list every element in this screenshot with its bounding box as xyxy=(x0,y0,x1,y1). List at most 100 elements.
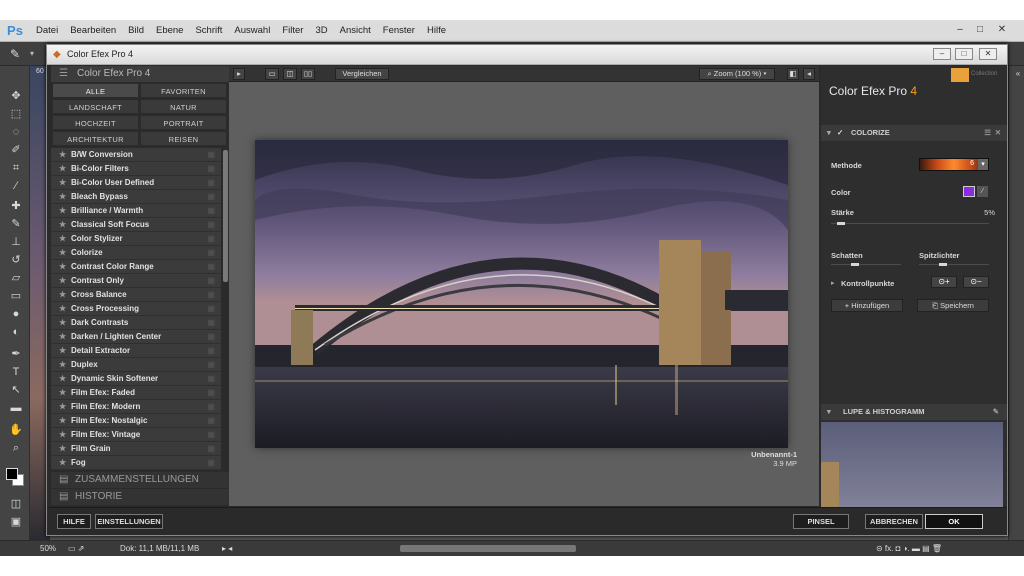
compare-button[interactable]: Vergleichen xyxy=(335,68,389,80)
favorite-star-icon[interactable]: ★ xyxy=(59,372,66,385)
add-negative-point-icon[interactable]: ⊙− xyxy=(963,276,989,288)
filter-item[interactable]: ★ B/W Conversion ▣ xyxy=(51,148,221,162)
category-landscape[interactable]: LANDSCHAFT xyxy=(52,99,139,114)
marquee-tool-icon[interactable]: ⬚ xyxy=(7,106,25,122)
blur-tool-icon[interactable]: ● xyxy=(7,306,25,322)
zoom-tool-icon[interactable]: ⌕ xyxy=(7,440,25,456)
filter-item[interactable]: ★ Bleach Bypass ▣ xyxy=(51,190,221,204)
lasso-tool-icon[interactable]: ◌ xyxy=(7,124,25,140)
filter-item[interactable]: ★ Film Efex: Nostalgic ▣ xyxy=(51,414,221,428)
filter-item[interactable]: ★ Dynamic Skin Softener ▣ xyxy=(51,372,221,386)
menu-fenster[interactable]: Fenster xyxy=(377,20,421,42)
favorite-star-icon[interactable]: ★ xyxy=(59,218,66,231)
recipe-icon[interactable]: ▣ xyxy=(207,204,215,217)
menu-bild[interactable]: Bild xyxy=(122,20,150,42)
recipe-icon[interactable]: ▣ xyxy=(207,372,215,385)
recipe-icon[interactable]: ▣ xyxy=(207,176,215,189)
menu-icon[interactable]: ☰ xyxy=(59,66,68,82)
favorite-star-icon[interactable]: ★ xyxy=(59,162,66,175)
recipe-icon[interactable]: ▣ xyxy=(207,358,215,371)
preview-image[interactable] xyxy=(255,140,788,448)
recipe-icon[interactable]: ▣ xyxy=(207,428,215,441)
menu-auswahl[interactable]: Auswahl xyxy=(228,20,276,42)
stamp-tool-icon[interactable]: ⊥ xyxy=(7,234,25,250)
shadows-slider[interactable] xyxy=(831,263,901,266)
horizontal-scrollbar[interactable] xyxy=(400,545,576,552)
add-positive-point-icon[interactable]: ⊙+ xyxy=(931,276,957,288)
filter-item[interactable]: ★ Colorize ▣ xyxy=(51,246,221,260)
recipe-icon[interactable]: ▣ xyxy=(207,400,215,413)
recipe-icon[interactable]: ▣ xyxy=(207,260,215,273)
side-by-side-icon[interactable]: ▯▯ xyxy=(301,68,315,80)
recipe-icon[interactable]: ▣ xyxy=(207,344,215,357)
eyedropper-icon[interactable]: ⁄ xyxy=(7,178,25,194)
filter-item[interactable]: ★ Duplex ▣ xyxy=(51,358,221,372)
quick-mask-icon[interactable]: ◫ xyxy=(7,496,25,512)
filter-item[interactable]: ★ Cross Processing ▣ xyxy=(51,302,221,316)
menu-ansicht[interactable]: Ansicht xyxy=(334,20,377,42)
close-icon[interactable]: ✕ xyxy=(994,22,1010,38)
recipe-icon[interactable]: ▣ xyxy=(207,288,215,301)
favorite-star-icon[interactable]: ★ xyxy=(59,442,66,455)
filter-item[interactable]: ★ Contrast Color Range ▣ xyxy=(51,260,221,274)
recipe-icon[interactable]: ▣ xyxy=(207,162,215,175)
colorize-section-header[interactable]: ▾ ✓ COLORIZE ☰ ✕ xyxy=(821,125,1007,141)
brush-button[interactable]: PINSEL xyxy=(793,514,849,529)
favorite-star-icon[interactable]: ★ xyxy=(59,204,66,217)
recipe-icon[interactable]: ▣ xyxy=(207,414,215,427)
filter-item[interactable]: ★ Detail Extractor ▣ xyxy=(51,344,221,358)
favorite-star-icon[interactable]: ★ xyxy=(59,232,66,245)
category-favorites[interactable]: FAVORITEN xyxy=(140,83,227,98)
highlights-slider-handle[interactable] xyxy=(939,263,947,266)
favorite-star-icon[interactable]: ★ xyxy=(59,274,66,287)
preview-area[interactable]: Unbenannt-1 3.9 MP xyxy=(229,82,819,506)
history-section[interactable]: ▤ HISTORIE xyxy=(51,489,229,505)
loupe-pin-icon[interactable]: ✎ xyxy=(993,404,999,420)
save-recipe-button[interactable]: ⎗ Speichern xyxy=(917,299,989,312)
favorite-star-icon[interactable]: ★ xyxy=(59,428,66,441)
brush-dropdown-icon[interactable]: ▾ xyxy=(30,49,34,58)
strength-slider[interactable] xyxy=(831,222,989,225)
single-view-icon[interactable]: ▭ xyxy=(265,68,279,80)
screen-mode-icon[interactable]: ▣ xyxy=(7,514,25,530)
filter-item[interactable]: ★ Dark Contrasts ▣ xyxy=(51,316,221,330)
recipe-icon[interactable]: ▣ xyxy=(207,302,215,315)
filter-list-scrollbar[interactable] xyxy=(223,150,228,282)
maximize-icon[interactable]: □ xyxy=(972,22,988,38)
shape-tool-icon[interactable]: ▬ xyxy=(7,400,25,416)
loupe-section-header[interactable]: ▾ LUPE & HISTOGRAMM ✎ xyxy=(821,404,1007,420)
filter-item[interactable]: ★ Brilliance / Warmth ▣ xyxy=(51,204,221,218)
recipe-icon[interactable]: ▣ xyxy=(207,190,215,203)
favorite-star-icon[interactable]: ★ xyxy=(59,414,66,427)
color-picker-icon[interactable]: ⁄ xyxy=(977,186,988,197)
recipe-icon[interactable]: ▣ xyxy=(207,148,215,161)
recipe-icon[interactable]: ▣ xyxy=(207,274,215,287)
menu-hilfe[interactable]: Hilfe xyxy=(421,20,452,42)
favorite-star-icon[interactable]: ★ xyxy=(59,386,66,399)
brush-tool-icon[interactable]: ✎ xyxy=(10,47,20,61)
status-arrow-icon[interactable]: ▸ ◂ xyxy=(222,544,232,553)
loupe-collapse-icon[interactable]: ▾ xyxy=(827,404,831,420)
method-select[interactable]: 6 ▾ xyxy=(919,158,989,171)
filter-item[interactable]: ★ Classical Soft Focus ▣ xyxy=(51,218,221,232)
color-swatch[interactable] xyxy=(963,186,975,197)
crop-tool-icon[interactable]: ⌗ xyxy=(7,160,25,176)
toggle-controls-icon[interactable]: ◂ xyxy=(803,68,815,80)
category-portrait[interactable]: PORTRAIT xyxy=(140,115,227,130)
recipe-icon[interactable]: ▣ xyxy=(207,232,215,245)
strength-slider-handle[interactable] xyxy=(837,222,845,225)
panel-collapse-icon[interactable]: « xyxy=(1009,66,1024,82)
filter-item[interactable]: ★ Darken / Lighten Center ▣ xyxy=(51,330,221,344)
menu-3d[interactable]: 3D xyxy=(309,20,333,42)
filter-item[interactable]: ★ Fog ▣ xyxy=(51,456,221,470)
history-brush-icon[interactable]: ↺ xyxy=(7,252,25,268)
favorite-star-icon[interactable]: ★ xyxy=(59,330,66,343)
menu-schrift[interactable]: Schrift xyxy=(189,20,228,42)
filter-item[interactable]: ★ Film Efex: Vintage ▣ xyxy=(51,428,221,442)
recipe-icon[interactable]: ▣ xyxy=(207,386,215,399)
favorite-star-icon[interactable]: ★ xyxy=(59,358,66,371)
minimize-icon[interactable]: – xyxy=(952,22,968,38)
favorite-star-icon[interactable]: ★ xyxy=(59,190,66,203)
collapse-icon[interactable]: ▾ xyxy=(827,125,831,141)
foreground-color[interactable] xyxy=(6,468,18,480)
